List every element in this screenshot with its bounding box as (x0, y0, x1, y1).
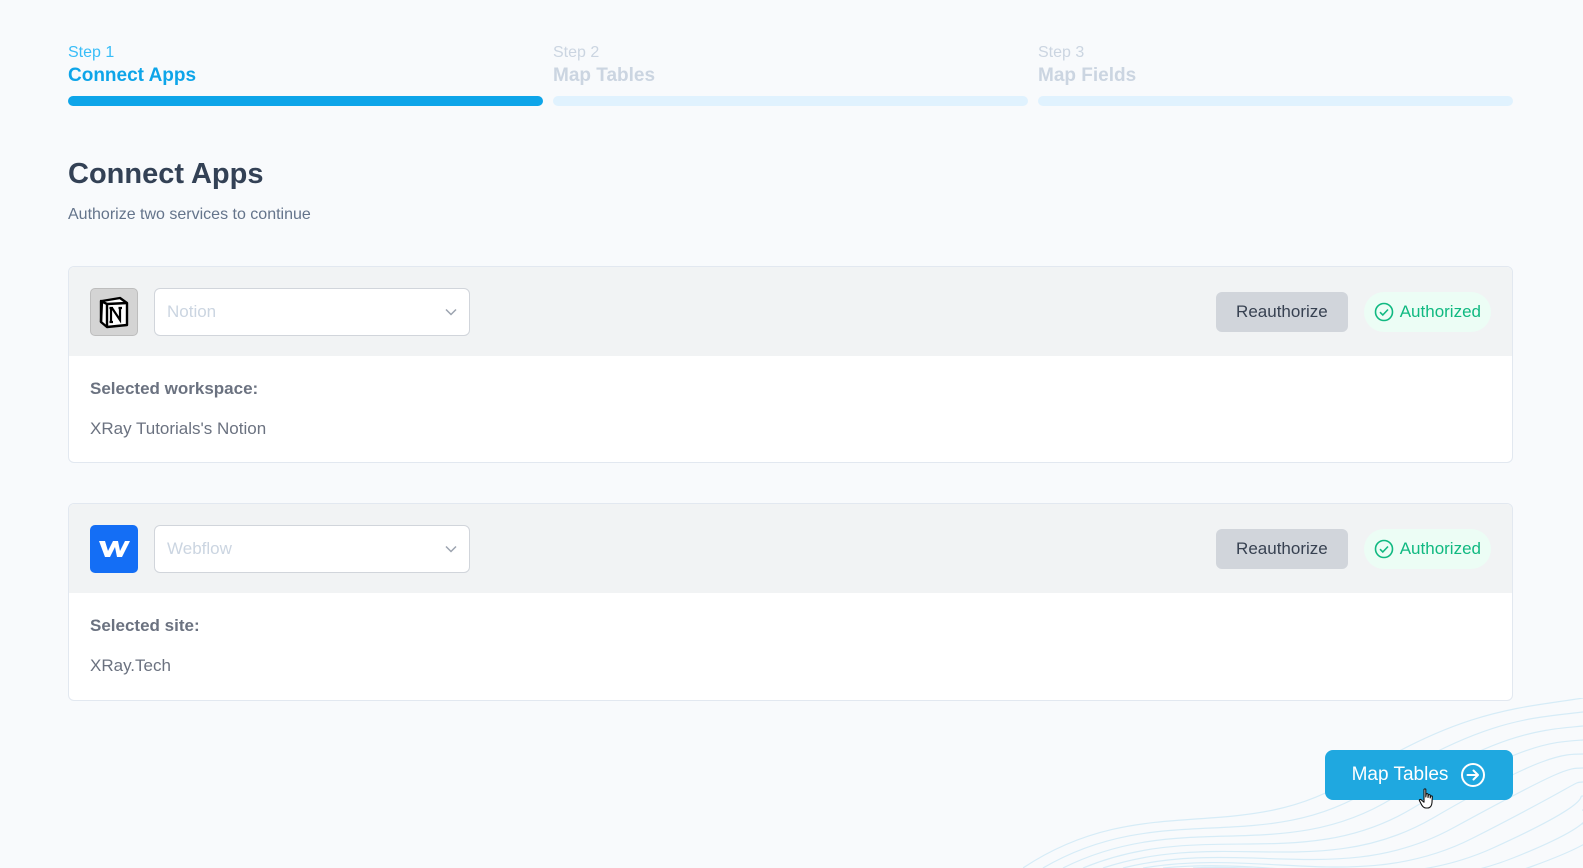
app-select-notion[interactable]: Notion (154, 287, 470, 336)
chevron-down-icon (445, 545, 457, 553)
field-value: XRay Tutorials's Notion (90, 419, 267, 438)
map-tables-label: Map Tables (1351, 764, 1449, 785)
authorized-label: Authorized (1399, 301, 1481, 321)
step-title: Connect Apps (68, 65, 197, 86)
app-card-body: Selected workspace: XRay Tutorials's Not… (69, 356, 1512, 440)
authorized-label: Authorized (1399, 538, 1481, 558)
step-progress-bar (68, 96, 543, 106)
arrow-right-circle-icon (1461, 763, 1486, 787)
stepper: Step 1 Connect Apps Step 2 Map Tables St… (68, 44, 1513, 106)
step-1[interactable]: Step 1 Connect Apps (68, 44, 543, 106)
reauthorize-button[interactable]: Reauthorize (1216, 528, 1348, 569)
step-number: Step 3 (1038, 44, 1085, 61)
step-2[interactable]: Step 2 Map Tables (553, 44, 1028, 106)
step-progress-bar (1038, 96, 1513, 106)
select-placeholder: Notion (167, 301, 217, 321)
app-card-body: Selected site: XRay.Tech (69, 593, 1512, 677)
check-circle-icon (1374, 539, 1394, 558)
notion-logo-icon (90, 287, 138, 336)
app-card-header: Notion Reauthorize Authorized (69, 267, 1512, 356)
app-card-header: Webflow Reauthorize Authorized (69, 504, 1512, 593)
field-label: Selected site: (90, 616, 200, 635)
field-label: Selected workspace: (90, 379, 259, 398)
page-title: Connect Apps (68, 158, 264, 190)
authorized-badge: Authorized (1363, 528, 1491, 569)
field-value: XRay.Tech (90, 656, 171, 675)
reauthorize-button[interactable]: Reauthorize (1216, 291, 1348, 332)
step-number: Step 2 (553, 44, 600, 61)
step-title: Map Tables (553, 65, 656, 86)
webflow-logo-icon (90, 524, 138, 573)
step-number: Step 1 (68, 44, 115, 61)
app-card-notion: Notion Reauthorize Authorized Selected w… (68, 266, 1513, 463)
step-title: Map Fields (1038, 65, 1137, 86)
chevron-down-icon (445, 308, 457, 316)
select-placeholder: Webflow (167, 538, 232, 558)
step-progress-bar (553, 96, 1028, 106)
page-subtitle: Authorize two services to continue (68, 206, 311, 223)
authorized-badge: Authorized (1363, 291, 1491, 332)
pointer-cursor-icon (1418, 788, 1433, 809)
app-card-webflow: Webflow Reauthorize Authorized Selected … (68, 503, 1513, 701)
app-select-webflow[interactable]: Webflow (154, 524, 470, 573)
check-circle-icon (1374, 302, 1394, 321)
step-3[interactable]: Step 3 Map Fields (1038, 44, 1513, 106)
